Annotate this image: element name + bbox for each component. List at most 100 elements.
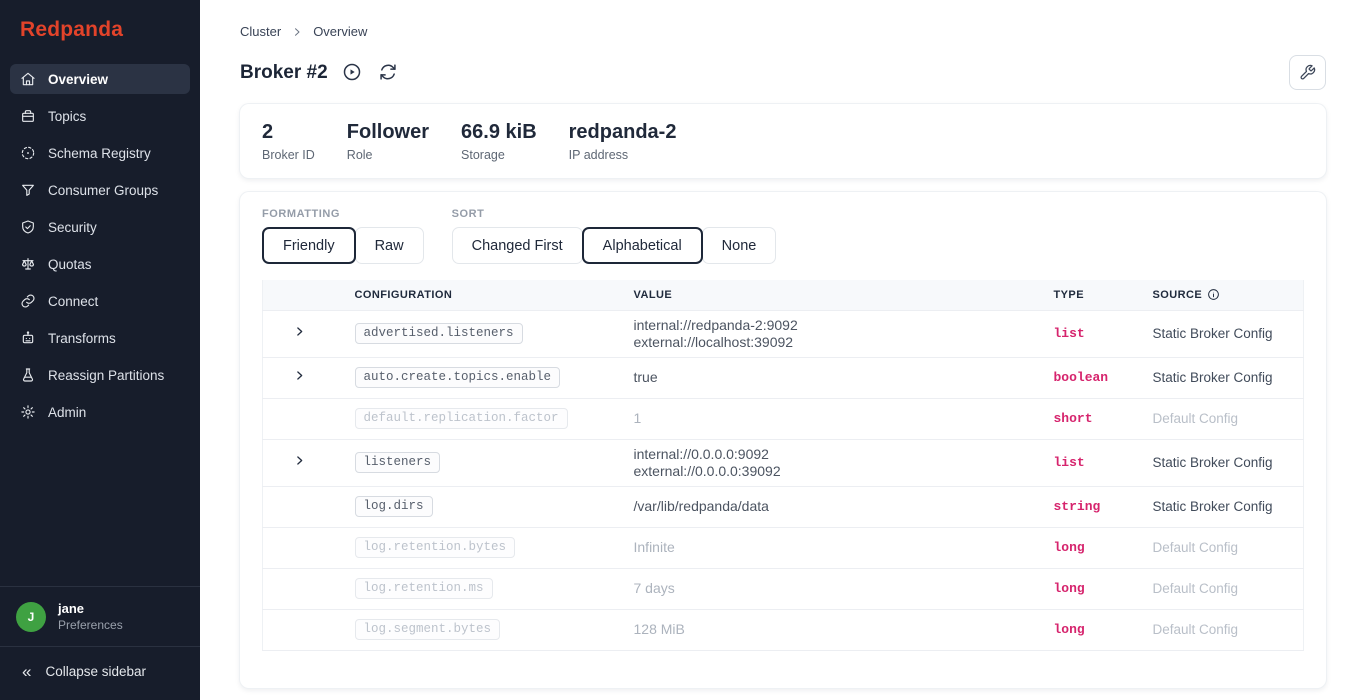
table-row: log.retention.bytes Infinite long Defaul… bbox=[263, 527, 1304, 568]
sidebar: Redpanda Overview Topics Schema Registry… bbox=[0, 0, 200, 700]
sidebar-item-connect[interactable]: Connect bbox=[10, 286, 190, 316]
config-type: short bbox=[1046, 398, 1145, 439]
expand-row-button[interactable] bbox=[293, 325, 306, 338]
main-content: Cluster Overview Broker #2 2 Broker ID F… bbox=[200, 0, 1366, 700]
table-row: log.segment.bytes 128 MiB long Default C… bbox=[263, 609, 1304, 650]
sidebar-item-schema-registry[interactable]: Schema Registry bbox=[10, 138, 190, 168]
user-preferences-link[interactable]: Preferences bbox=[58, 618, 123, 632]
config-value: internal://redpanda-2:9092external://loc… bbox=[626, 310, 1046, 357]
stat-storage: 66.9 kiB Storage bbox=[461, 121, 537, 162]
formatting-friendly-button[interactable]: Friendly bbox=[262, 227, 356, 264]
config-type: long bbox=[1046, 568, 1145, 609]
sort-label: SORT bbox=[452, 208, 776, 220]
config-value: true bbox=[626, 357, 1046, 398]
config-source: Default Config bbox=[1145, 527, 1304, 568]
config-source: Static Broker Config bbox=[1145, 439, 1304, 486]
config-key: log.retention.bytes bbox=[355, 537, 516, 558]
sidebar-item-label: Connect bbox=[48, 294, 98, 309]
robot-icon bbox=[20, 330, 36, 346]
stat-ip-address: redpanda-2 IP address bbox=[569, 121, 677, 162]
config-source: Default Config bbox=[1145, 568, 1304, 609]
config-key: default.replication.factor bbox=[355, 408, 568, 429]
sort-none-button[interactable]: None bbox=[702, 227, 777, 264]
config-table-body: advertised.listeners internal://redpanda… bbox=[263, 310, 1304, 650]
stat-value: 66.9 kiB bbox=[461, 121, 537, 144]
flask-icon bbox=[20, 367, 36, 383]
link-icon bbox=[20, 293, 36, 309]
stat-role: Follower Role bbox=[347, 121, 429, 162]
config-source: Static Broker Config bbox=[1145, 310, 1304, 357]
avatar: J bbox=[16, 602, 46, 632]
wrench-button[interactable] bbox=[1289, 55, 1326, 90]
config-value: 128 MiB bbox=[626, 609, 1046, 650]
table-row: log.retention.ms 7 days long Default Con… bbox=[263, 568, 1304, 609]
stat-value: Follower bbox=[347, 121, 429, 144]
home-icon bbox=[20, 71, 36, 87]
table-controls: FORMATTING Friendly Raw SORT Changed Fir… bbox=[262, 208, 1304, 264]
scales-icon bbox=[20, 256, 36, 272]
configuration-column-header: CONFIGURATION bbox=[347, 280, 626, 310]
page-title: Broker #2 bbox=[240, 62, 328, 84]
config-type: list bbox=[1046, 439, 1145, 486]
config-value: /var/lib/redpanda/data bbox=[626, 486, 1046, 527]
sidebar-item-transforms[interactable]: Transforms bbox=[10, 323, 190, 353]
sidebar-bottom: J jane Preferences « Collapse sidebar bbox=[0, 586, 200, 700]
config-type: list bbox=[1046, 310, 1145, 357]
sidebar-item-overview[interactable]: Overview bbox=[10, 64, 190, 94]
sort-alphabetical-button[interactable]: Alphabetical bbox=[582, 227, 703, 264]
table-row: log.dirs /var/lib/redpanda/data string S… bbox=[263, 486, 1304, 527]
config-source: Default Config bbox=[1145, 609, 1304, 650]
stat-value: redpanda-2 bbox=[569, 121, 677, 144]
sidebar-item-topics[interactable]: Topics bbox=[10, 101, 190, 131]
expand-row-button[interactable] bbox=[293, 454, 306, 467]
config-table: CONFIGURATION VALUE TYPE SOURCE advertis… bbox=[262, 280, 1304, 651]
breadcrumb-overview[interactable]: Overview bbox=[313, 24, 367, 39]
expander-column-header bbox=[263, 280, 347, 310]
config-key: log.retention.ms bbox=[355, 578, 493, 599]
user-menu[interactable]: J jane Preferences bbox=[0, 586, 200, 646]
collapse-sidebar-button[interactable]: « Collapse sidebar bbox=[0, 646, 200, 700]
formatting-raw-button[interactable]: Raw bbox=[355, 227, 424, 264]
sort-group: SORT Changed First Alphabetical None bbox=[452, 208, 776, 264]
breadcrumb: Cluster Overview bbox=[240, 24, 1326, 39]
sidebar-item-admin[interactable]: Admin bbox=[10, 397, 190, 427]
config-key: log.segment.bytes bbox=[355, 619, 501, 640]
sidebar-item-label: Transforms bbox=[48, 331, 116, 346]
config-type: long bbox=[1046, 527, 1145, 568]
stat-value: 2 bbox=[262, 121, 315, 144]
sidebar-item-reassign-partitions[interactable]: Reassign Partitions bbox=[10, 360, 190, 390]
table-row: auto.create.topics.enable true boolean S… bbox=[263, 357, 1304, 398]
config-source: Default Config bbox=[1145, 398, 1304, 439]
config-key: log.dirs bbox=[355, 496, 433, 517]
expand-row-button[interactable] bbox=[293, 369, 306, 382]
refresh-button[interactable] bbox=[378, 62, 400, 84]
table-header-row: CONFIGURATION VALUE TYPE SOURCE bbox=[263, 280, 1304, 310]
table-row: default.replication.factor 1 short Defau… bbox=[263, 398, 1304, 439]
config-key: listeners bbox=[355, 452, 441, 473]
config-type: boolean bbox=[1046, 357, 1145, 398]
sort-changed-first-button[interactable]: Changed First bbox=[452, 227, 583, 264]
schema-icon bbox=[20, 145, 36, 161]
config-value: 7 days bbox=[626, 568, 1046, 609]
sidebar-item-label: Reassign Partitions bbox=[48, 368, 164, 383]
breadcrumb-cluster[interactable]: Cluster bbox=[240, 24, 281, 39]
stat-label: Role bbox=[347, 148, 429, 162]
sidebar-item-security[interactable]: Security bbox=[10, 212, 190, 242]
stat-label: Broker ID bbox=[262, 148, 315, 162]
play-circle-button[interactable] bbox=[342, 62, 364, 84]
stat-label: Storage bbox=[461, 148, 537, 162]
shield-check-icon bbox=[20, 219, 36, 235]
config-card: FORMATTING Friendly Raw SORT Changed Fir… bbox=[240, 192, 1326, 688]
config-value: 1 bbox=[626, 398, 1046, 439]
table-row: advertised.listeners internal://redpanda… bbox=[263, 310, 1304, 357]
sidebar-item-label: Schema Registry bbox=[48, 146, 151, 161]
config-source: Static Broker Config bbox=[1145, 357, 1304, 398]
info-icon[interactable] bbox=[1207, 288, 1220, 301]
sidebar-item-label: Admin bbox=[48, 405, 86, 420]
broker-stats-card: 2 Broker ID Follower Role 66.9 kiB Stora… bbox=[240, 104, 1326, 178]
config-key: auto.create.topics.enable bbox=[355, 367, 561, 388]
sidebar-item-consumer-groups[interactable]: Consumer Groups bbox=[10, 175, 190, 205]
chevron-right-icon bbox=[291, 26, 303, 38]
sidebar-item-label: Overview bbox=[48, 72, 108, 87]
sidebar-item-quotas[interactable]: Quotas bbox=[10, 249, 190, 279]
